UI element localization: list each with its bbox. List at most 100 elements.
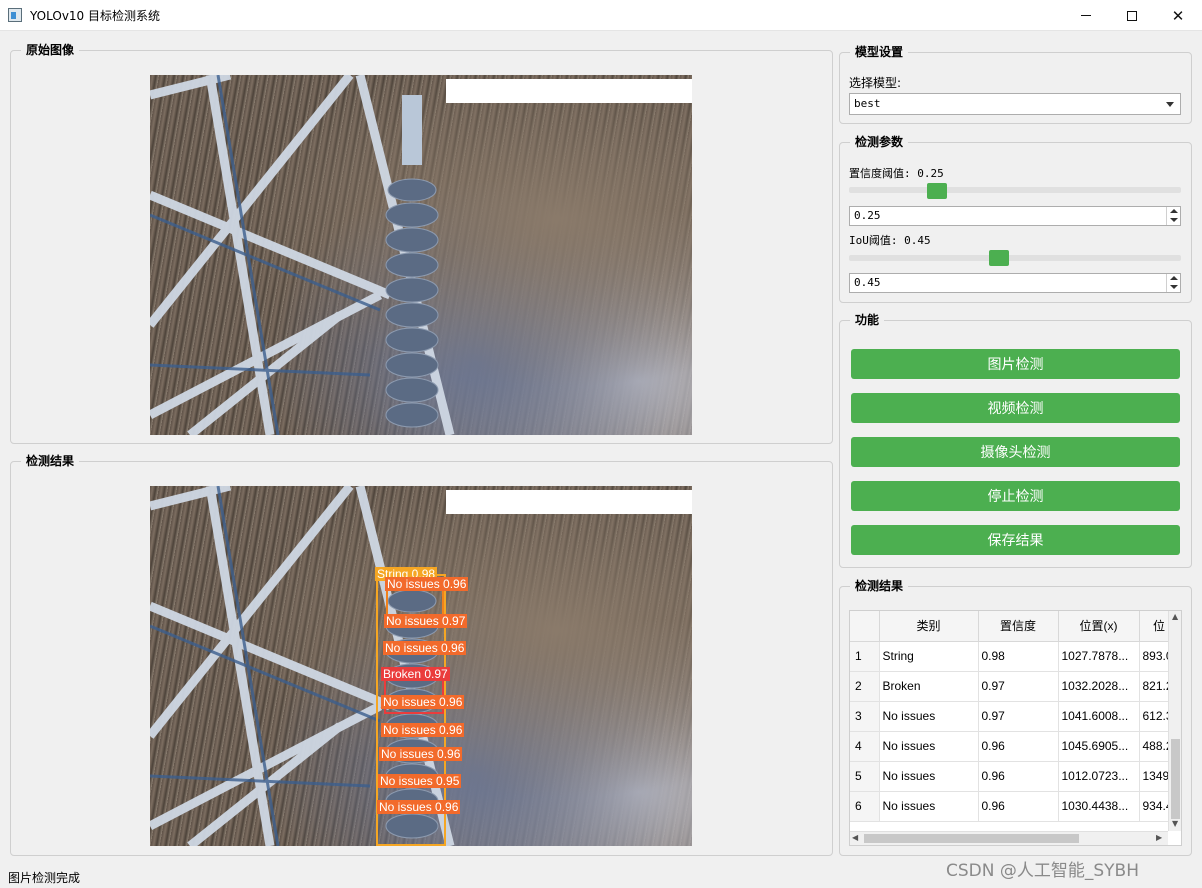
table-cell[interactable]: String <box>879 641 979 672</box>
table-cell[interactable]: No issues <box>879 701 979 732</box>
image-white-strip <box>446 490 692 514</box>
detection-label: No issues 0.97 <box>384 614 468 628</box>
spin-down-icon[interactable] <box>1170 285 1178 289</box>
column-header-class[interactable]: 类别 <box>879 611 979 642</box>
column-header-x[interactable]: 位置(x) <box>1058 611 1140 642</box>
column-header-confidence[interactable]: 置信度 <box>978 611 1059 642</box>
results-table-title: 检测结果 <box>850 578 909 594</box>
original-image <box>150 75 692 435</box>
vertical-scroll-thumb[interactable] <box>1171 739 1180 819</box>
table-cell[interactable]: 0.96 <box>978 791 1059 822</box>
results-table: 类别 置信度 位置(x) 位 1 String 0.98 1027.7878..… <box>849 610 1182 846</box>
detection-params-title: 检测参数 <box>850 134 909 150</box>
model-select-label: 选择模型: <box>849 76 902 90</box>
confidence-slider[interactable] <box>849 187 1181 193</box>
title-bar: YOLOv10 目标检测系统 ✕ <box>0 0 1202 31</box>
scroll-down-icon[interactable]: ▼ <box>1172 819 1178 828</box>
detection-label: No issues 0.96 <box>383 641 467 655</box>
table-row[interactable]: 4 No issues 0.96 1045.6905... 488.2 <box>850 731 1180 762</box>
table-header-row: 类别 置信度 位置(x) 位 <box>850 611 1180 642</box>
save-results-button[interactable]: 保存结果 <box>851 525 1180 555</box>
detection-label: No issues 0.96 <box>385 577 469 591</box>
table-row[interactable]: 1 String 0.98 1027.7878... 893.0 <box>850 641 1180 672</box>
row-number: 4 <box>850 731 880 762</box>
iou-value: 0.45 <box>854 276 881 289</box>
watermark: CSDN @人工智能_SYBH <box>946 861 1139 881</box>
table-cell[interactable]: No issues <box>879 791 979 822</box>
status-bar-text: 图片检测完成 <box>8 871 81 885</box>
table-cell[interactable]: 0.96 <box>978 731 1059 762</box>
detection-image-title: 检测结果 <box>21 453 80 469</box>
maximize-button[interactable] <box>1109 0 1155 31</box>
table-vertical-scrollbar[interactable]: ▲ ▼ <box>1168 611 1181 831</box>
spin-arrows[interactable] <box>1166 274 1180 292</box>
row-number: 3 <box>850 701 880 732</box>
functions-title: 功能 <box>850 312 885 328</box>
close-button[interactable]: ✕ <box>1155 0 1201 31</box>
app-window-icon <box>8 8 22 22</box>
image-white-strip <box>446 79 692 103</box>
scroll-right-icon[interactable]: ▶ <box>1156 833 1162 842</box>
camera-detect-button[interactable]: 摄像头检测 <box>851 437 1180 467</box>
chevron-down-icon <box>1166 102 1174 107</box>
iou-spinbox[interactable]: 0.45 <box>849 273 1181 293</box>
table-cell[interactable]: Broken <box>879 671 979 702</box>
table-cell[interactable]: 0.96 <box>978 761 1059 792</box>
confidence-label: 置信度阈值: 0.25 <box>849 167 944 180</box>
table-cell[interactable]: 0.97 <box>978 671 1059 702</box>
detection-label: No issues 0.96 <box>377 800 461 814</box>
stop-detect-button[interactable]: 停止检测 <box>851 481 1180 511</box>
table-corner[interactable] <box>850 611 880 642</box>
table-cell[interactable]: 1030.4438... <box>1058 791 1140 822</box>
spin-up-icon[interactable] <box>1170 209 1178 213</box>
table-cell[interactable]: 1032.2028... <box>1058 671 1140 702</box>
detection-label: No issues 0.96 <box>379 747 463 761</box>
confidence-slider-handle[interactable] <box>927 183 947 199</box>
table-horizontal-scrollbar[interactable]: ◀ ▶ <box>850 831 1168 845</box>
scroll-left-icon[interactable]: ◀ <box>852 833 858 842</box>
detection-label: No issues 0.96 <box>381 695 465 709</box>
iou-label: IoU阈值: 0.45 <box>849 234 931 247</box>
table-cell[interactable]: No issues <box>879 761 979 792</box>
row-number: 6 <box>850 791 880 822</box>
table-row[interactable]: 6 No issues 0.96 1030.4438... 934.4 <box>850 791 1180 822</box>
table-cell[interactable]: No issues <box>879 731 979 762</box>
close-icon: ✕ <box>1171 6 1185 25</box>
spin-arrows[interactable] <box>1166 207 1180 225</box>
detection-label: No issues 0.96 <box>381 723 465 737</box>
table-cell[interactable]: 1045.6905... <box>1058 731 1140 762</box>
horizontal-scroll-thumb[interactable] <box>864 834 1079 843</box>
confidence-spinbox[interactable]: 0.25 <box>849 206 1181 226</box>
confidence-value: 0.25 <box>854 209 881 222</box>
table-cell[interactable]: 0.98 <box>978 641 1059 672</box>
iou-slider-handle[interactable] <box>989 250 1010 266</box>
row-number: 2 <box>850 671 880 702</box>
model-select-value: best <box>854 97 881 110</box>
window-title: YOLOv10 目标检测系统 <box>30 9 161 23</box>
table-cell[interactable]: 1041.6008... <box>1058 701 1140 732</box>
table-cell[interactable]: 1027.7878... <box>1058 641 1140 672</box>
table-cell[interactable]: 1012.0723... <box>1058 761 1140 792</box>
table-row[interactable]: 3 No issues 0.97 1041.6008... 612.3 <box>850 701 1180 732</box>
video-detect-button[interactable]: 视频检测 <box>851 393 1180 423</box>
maximize-icon <box>1127 10 1137 21</box>
original-image-title: 原始图像 <box>21 42 80 58</box>
image-detect-button[interactable]: 图片检测 <box>851 349 1180 379</box>
model-settings-title: 模型设置 <box>850 44 909 60</box>
table-row[interactable]: 2 Broken 0.97 1032.2028... 821.2 <box>850 671 1180 702</box>
table-row[interactable]: 5 No issues 0.96 1012.0723... 1349 <box>850 761 1180 792</box>
detection-result-image: String 0.98 No issues 0.96 No issues 0.9… <box>150 486 692 846</box>
row-number: 5 <box>850 761 880 792</box>
row-number: 1 <box>850 641 880 672</box>
scroll-up-icon[interactable]: ▲ <box>1172 612 1178 621</box>
table-cell[interactable]: 0.97 <box>978 701 1059 732</box>
detection-label: Broken 0.97 <box>381 667 450 681</box>
spin-down-icon[interactable] <box>1170 218 1178 222</box>
iou-slider[interactable] <box>849 255 1181 261</box>
detection-label: No issues 0.95 <box>378 774 462 788</box>
minimize-button[interactable] <box>1063 0 1109 31</box>
tower-drawing <box>150 75 455 435</box>
minimize-icon <box>1081 15 1091 16</box>
spin-up-icon[interactable] <box>1170 276 1178 280</box>
model-select[interactable]: best <box>849 93 1181 115</box>
